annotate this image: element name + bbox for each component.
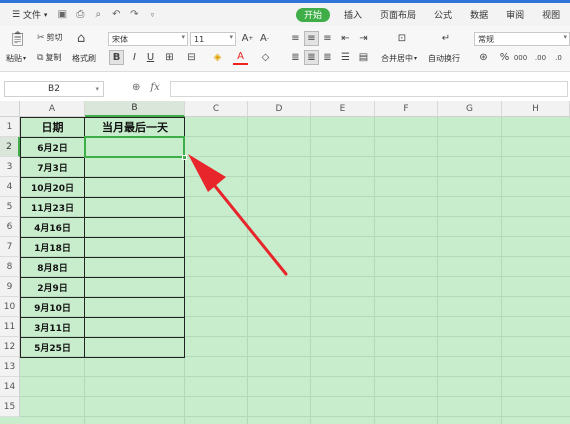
annotation-arrow [188, 154, 288, 276]
spreadsheet-app: ☰ 文件 ▾ ▣ ⎙ ⌕ ↶ ↷ ▿ 开始 插入 页面布局 公式 数据 审阅 视… [0, 0, 570, 424]
